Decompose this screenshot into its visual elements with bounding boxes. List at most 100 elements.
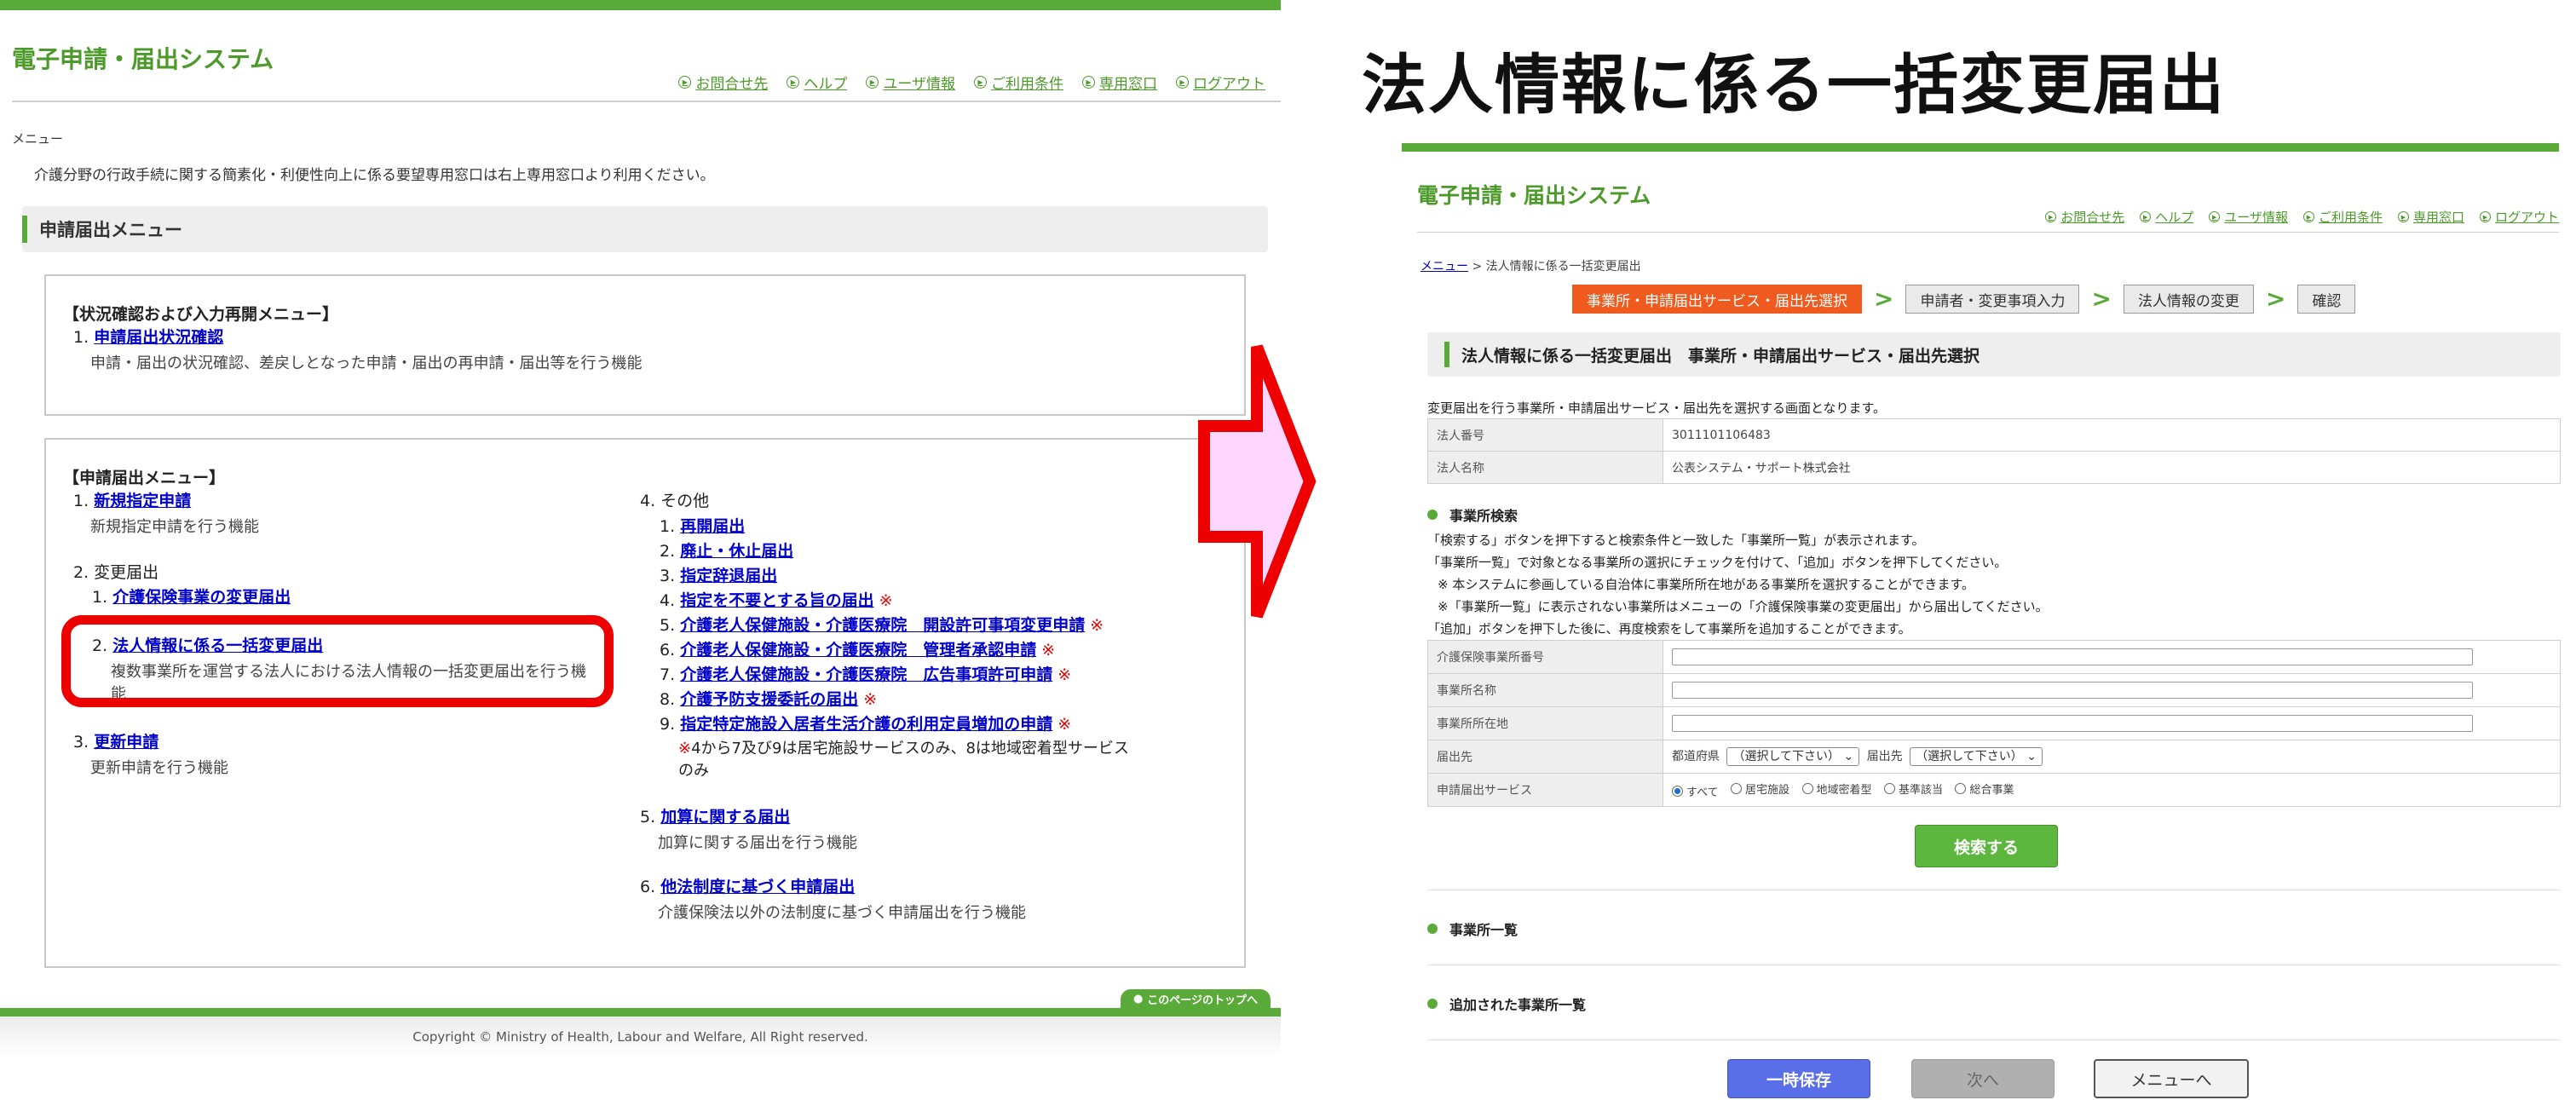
radio-unchecked-icon bbox=[1883, 783, 1895, 794]
corp-no-value: 3011101106483 bbox=[1663, 418, 2561, 452]
office-name-label: 事業所名称 bbox=[1427, 673, 1663, 707]
dest-select[interactable]: （選択して下さい） ⌄ bbox=[1910, 747, 2043, 766]
radio-checked-icon bbox=[1672, 786, 1683, 797]
link-withdraw[interactable]: 指定辞退届出 bbox=[680, 567, 777, 585]
link-help[interactable]: ▶ ヘルプ bbox=[2140, 208, 2193, 226]
section-accent-bar bbox=[22, 216, 27, 243]
save-draft-button[interactable]: 一時保存 bbox=[1727, 1059, 1870, 1098]
pref-select[interactable]: （選択して下さい） ⌄ bbox=[1726, 747, 1860, 766]
step-select: 事業所・申請届出サービス・届出先選択 bbox=[1572, 285, 1862, 314]
link-help[interactable]: ▶ ヘルプ bbox=[787, 72, 847, 93]
corp-name-label: 法人名称 bbox=[1427, 451, 1663, 484]
link-terms[interactable]: ▶ ご利用条件 bbox=[974, 72, 1063, 93]
link-dedicated-window[interactable]: ▶ 専用窓口 bbox=[2397, 208, 2464, 226]
corp-no-label: 法人番号 bbox=[1427, 418, 1663, 452]
radio-home-facility[interactable]: 居宅施設 bbox=[1731, 780, 1789, 797]
bullet-icon bbox=[1427, 999, 1438, 1009]
radio-standard[interactable]: 基準該当 bbox=[1883, 780, 1943, 797]
link-logout[interactable]: ▶ ログアウト bbox=[2479, 208, 2559, 226]
link-resume[interactable]: 再開届出 bbox=[680, 517, 745, 536]
system-title: 電子申請・届出システム bbox=[1417, 183, 1651, 208]
link-addition[interactable]: 加算に関する届出 bbox=[660, 808, 790, 826]
office-list-heading: 事業所一覧 bbox=[1427, 919, 1518, 939]
circle-arrow-icon: ▶ bbox=[2397, 211, 2409, 222]
breadcrumb-current: 法人情報に係る一括変更届出 bbox=[1485, 260, 1641, 274]
circle-arrow-icon: ▶ bbox=[2479, 211, 2491, 222]
page-top-button[interactable]: ● このページのトップへ bbox=[1121, 989, 1271, 1008]
link-capacity-increase[interactable]: 指定特定施設入居者生活介護の利用定員増加の申請 bbox=[680, 715, 1052, 734]
office-addr-label: 事業所所在地 bbox=[1427, 706, 1663, 740]
intro-text: 変更届出を行う事業所・申請届出サービス・届出先を選択する画面となります。 bbox=[1427, 400, 1887, 416]
dest-sub-label: 届出先 bbox=[1866, 750, 1903, 763]
application-box-title: 【申請届出メニュー】 bbox=[63, 469, 226, 487]
menu-group-change: 2. 変更届出 bbox=[73, 563, 159, 582]
circle-arrow-icon: ▶ bbox=[2045, 211, 2057, 222]
menu-item-other-law-desc: 介護保険法以外の法制度に基づく申請届出を行う機能 bbox=[658, 904, 1026, 922]
menu-item-change: 1. 介護保険事業の変更届出 bbox=[92, 588, 291, 607]
radio-community[interactable]: 地域密着型 bbox=[1801, 780, 1872, 797]
circle-arrow-icon: ▶ bbox=[678, 76, 692, 89]
radio-all[interactable]: すべて bbox=[1672, 783, 1719, 799]
page-big-title: 法人情報に係る一括変更届出 bbox=[1362, 47, 2226, 123]
circle-arrow-icon: ▶ bbox=[974, 76, 987, 89]
chevron-down-icon: ⌄ bbox=[2026, 750, 2037, 763]
other-item: 9. 指定特定施設入居者生活介護の利用定員増加の申請 ※ bbox=[660, 715, 1072, 734]
office-no-input[interactable] bbox=[1672, 648, 2473, 665]
search-note-3: ※ 本システムに参画している自治体に事業所所在地がある事業所を選択することができ… bbox=[1438, 577, 1974, 592]
link-terms[interactable]: ▶ ご利用条件 bbox=[2302, 208, 2383, 226]
link-care-change[interactable]: 介護保険事業の変更届出 bbox=[112, 588, 291, 607]
link-contact[interactable]: ▶ お問合せ先 bbox=[2045, 208, 2124, 226]
link-renewal[interactable]: 更新申請 bbox=[94, 733, 158, 752]
back-to-menu-button[interactable]: メニューへ bbox=[2094, 1059, 2249, 1098]
menu-item-new: 1. 新規指定申請 bbox=[73, 492, 192, 510]
radio-comprehensive[interactable]: 総合事業 bbox=[1955, 780, 2014, 797]
table-row: 介護保険事業所番号 bbox=[1427, 640, 2561, 674]
step-indicator: 事業所・申請届出サービス・届出先選択 > 申請者・変更事項入力 > 法人情報の変… bbox=[1572, 285, 2356, 314]
search-button[interactable]: 検索する bbox=[1915, 825, 2058, 867]
search-note-4: ※「事業所一覧」に表示されない事業所はメニューの「介護保険事業の変更届出」から届… bbox=[1438, 599, 2049, 614]
link-user-info[interactable]: ▶ ユーザ情報 bbox=[866, 72, 955, 93]
link-dedicated-window[interactable]: ▶ 専用窓口 bbox=[1082, 72, 1157, 93]
link-new-designation[interactable]: 新規指定申請 bbox=[94, 492, 191, 510]
breadcrumb: メニュー > 法人情報に係る一括変更届出 bbox=[1421, 260, 1641, 274]
link-prevention-support[interactable]: 介護予防支援委託の届出 bbox=[680, 690, 858, 709]
link-facility-change[interactable]: 介護老人保健施設・介護医療院 開設許可事項変更申請 bbox=[680, 616, 1085, 635]
office-name-input[interactable] bbox=[1672, 682, 2473, 699]
other-note: ※4から7及び9は居宅施設サービスのみ、8は地域密着型サービス bbox=[678, 740, 1129, 757]
search-note-2: 「事業所一覧」で対象となる事業所の選択にチェックを付けて、「追加」ボタンを押下し… bbox=[1427, 555, 2008, 570]
office-search-form: 介護保険事業所番号 事業所名称 事業所所在地 届出先 都道府県 （選択して下さい… bbox=[1427, 640, 2561, 807]
section-title: 申請届出メニュー bbox=[39, 220, 182, 240]
table-row: 事業所所在地 bbox=[1427, 706, 2561, 740]
other-item: 3. 指定辞退届出 bbox=[660, 567, 778, 585]
bullet-icon bbox=[1427, 924, 1438, 934]
chevron-down-icon: ⌄ bbox=[1843, 750, 1854, 763]
link-manager-approval[interactable]: 介護老人保健施設・介護医療院 管理者承認申請 bbox=[680, 641, 1036, 659]
circle-arrow-icon: ▶ bbox=[1082, 76, 1095, 89]
link-contact[interactable]: ▶ お問合せ先 bbox=[678, 72, 768, 93]
link-abolish[interactable]: 廃止・休止届出 bbox=[680, 542, 793, 561]
menu-group-other: 4. その他 bbox=[640, 492, 710, 510]
link-logout[interactable]: ▶ ログアウト bbox=[1176, 72, 1265, 93]
pref-label: 都道府県 bbox=[1672, 750, 1720, 763]
menu-label: メニュー bbox=[12, 131, 64, 147]
link-ad-permission[interactable]: 介護老人保健施設・介護医療院 広告事項許可申請 bbox=[680, 665, 1052, 684]
link-user-info[interactable]: ▶ ユーザ情報 bbox=[2209, 208, 2288, 226]
other-item: 7. 介護老人保健施設・介護医療院 広告事項許可申請 ※ bbox=[660, 665, 1072, 684]
chevron-right-icon: > bbox=[2091, 285, 2112, 313]
office-search-heading: 事業所検索 bbox=[1427, 504, 1518, 525]
next-button[interactable]: 次へ bbox=[1911, 1059, 2054, 1098]
office-addr-input[interactable] bbox=[1672, 715, 2473, 732]
section-title: 法人情報に係る一括変更届出 事業所・申請届出サービス・届出先選択 bbox=[1461, 346, 1980, 366]
step-confirm: 確認 bbox=[2297, 285, 2356, 314]
link-other-law[interactable]: 他法制度に基づく申請届出 bbox=[660, 878, 855, 896]
link-not-required[interactable]: 指定を不要とする旨の届出 bbox=[680, 591, 873, 610]
header-divider bbox=[12, 101, 1281, 102]
link-application-status[interactable]: 申請届出状況確認 bbox=[94, 328, 223, 347]
menu-item-renewal-desc: 更新申請を行う機能 bbox=[90, 759, 228, 777]
header-divider bbox=[1417, 232, 2559, 233]
right-screen: 電子申請・届出システム ▶ お問合せ先 ▶ ヘルプ ▶ ユーザ情報 ▶ ご利用条件 ▶ 専… bbox=[1402, 143, 2561, 1100]
search-note-1: 「検索する」ボタンを押下すると検索条件と一致した「事業所一覧」が表示されます。 bbox=[1427, 533, 1925, 548]
circle-arrow-icon: ▶ bbox=[2209, 211, 2221, 222]
breadcrumb-menu-link[interactable]: メニュー bbox=[1421, 260, 1468, 274]
chevron-right-icon: > bbox=[1874, 285, 1894, 313]
